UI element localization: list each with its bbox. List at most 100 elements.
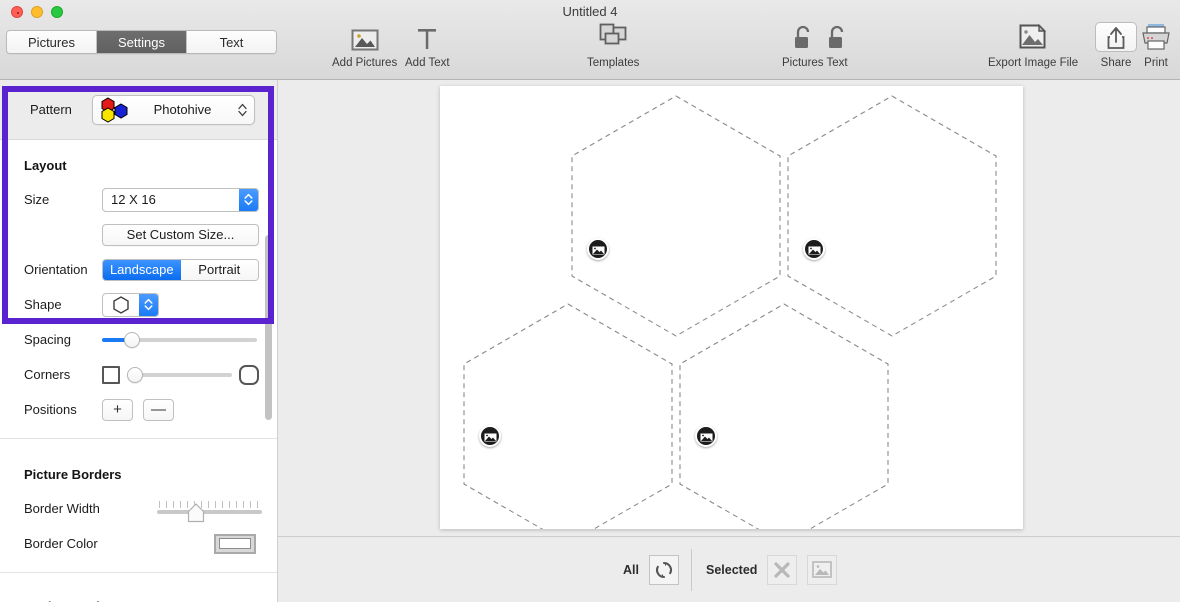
lock-text-button[interactable]: Text [826,22,848,69]
window-toolbar: Untitled 4 Pictures Settings Text Add Pi… [0,0,1180,80]
tab-pictures[interactable]: Pictures [7,31,97,53]
templates-button[interactable]: Templates [587,22,639,69]
all-label: All [623,562,639,577]
border-color-well[interactable] [214,533,256,554]
canvas-area[interactable] [278,80,1180,545]
app-window: Untitled 4 Pictures Settings Text Add Pi… [0,0,1180,602]
orientation-row: Orientation Landscape Portrait [0,255,277,284]
settings-sidebar: Pattern Photohive Layout Size 12 X 16 Se… [0,80,278,602]
templates-icon [596,22,630,52]
rounded-corner-icon [239,364,259,385]
hexagon-placeholder-top-left[interactable] [587,238,609,260]
view-mode-segmented-control[interactable]: Pictures Settings Text [6,30,277,54]
hexagon-placeholder-bottom-right[interactable] [695,425,717,447]
chevron-updown-icon [234,103,250,117]
window-title: Untitled 4 [562,4,618,19]
size-value: 12 X 16 [111,192,156,207]
lock-pictures-button[interactable]: Pictures [782,22,824,69]
add-pictures-label: Add Pictures [332,57,398,69]
border-width-slider[interactable] [157,496,262,522]
selected-label: Selected [706,562,758,577]
border-width-label: Border Width [24,501,100,516]
corners-row: Corners [0,360,277,389]
add-text-button[interactable]: Add Text [405,22,450,69]
lock-text-label: Text [826,57,848,69]
shape-label: Shape [24,297,62,312]
sidebar-scrollbar[interactable] [265,235,272,420]
picture-borders-title: Picture Borders [24,467,122,482]
printer-icon [1140,22,1172,52]
size-stepper[interactable] [239,188,258,211]
unlocked-padlock-icon [826,22,848,52]
text-t-icon [414,22,440,52]
positions-label: Positions [24,402,77,417]
size-label: Size [24,192,50,207]
orientation-portrait-option[interactable]: Portrait [180,259,258,280]
border-width-track [157,509,262,514]
export-image-file-button[interactable]: Export Image File [988,22,1078,69]
orientation-label: Orientation [24,262,88,277]
picture-borders-section: Picture Borders Border Width Border Colo… [0,439,277,573]
replace-selected-image-button[interactable] [807,554,838,585]
spacing-slider-knob[interactable] [124,331,140,348]
selected-group: Selected [706,554,838,585]
spacing-slider-fill [102,337,126,342]
orientation-segmented-control[interactable]: Landscape Portrait [102,258,259,281]
export-image-file-label: Export Image File [988,57,1079,69]
positions-row: Positions + — [0,395,277,424]
square-corner-icon [102,365,120,384]
shape-row: Shape [0,290,277,319]
hexagon-placeholder-top-right[interactable] [803,238,825,260]
image-icon [350,22,380,52]
bottom-bar-divider [691,549,692,591]
image-placeholder-icon [808,244,820,254]
x-close-icon [774,561,791,578]
corners-label: Corners [24,367,71,382]
hexagon-placeholder-bottom-left[interactable] [479,425,501,447]
border-color-label: Border Color [24,536,98,551]
border-width-knob[interactable] [187,502,205,528]
layout-section-title: Layout [24,158,67,173]
background-section: Background Transparent Background [0,573,277,602]
size-row: Size 12 X 16 [0,185,277,214]
remove-position-button[interactable]: — [143,398,174,421]
remove-selected-button[interactable] [767,554,798,585]
corners-slider[interactable] [127,365,232,385]
shape-popup-button[interactable] [102,292,159,317]
layout-section: Layout Size 12 X 16 Set Custom Size... O… [0,140,277,439]
border-color-swatch [219,538,251,549]
custom-size-row: Set Custom Size... [0,220,277,249]
border-color-row: Border Color [0,529,277,558]
share-button[interactable]: Share [1095,22,1137,69]
orientation-landscape-option[interactable]: Landscape [103,259,181,280]
share-up-arrow-icon [1095,22,1137,52]
hexagon-cluster-icon [97,96,137,123]
add-position-button[interactable]: + [102,398,133,421]
image-placeholder-icon [592,244,604,254]
collage-page[interactable] [440,86,1023,545]
print-button[interactable]: Print [1140,22,1172,69]
border-width-row: Border Width [0,494,277,523]
image-placeholder-icon [700,431,712,441]
set-custom-size-button[interactable]: Set Custom Size... [102,223,259,246]
image-icon [812,561,833,578]
templates-label: Templates [587,57,640,69]
border-width-ticks [157,496,262,508]
tab-settings[interactable]: Settings [97,31,187,53]
size-popup-button[interactable]: 12 X 16 [102,187,259,212]
pattern-row: Pattern Photohive [0,80,277,140]
spacing-slider[interactable] [102,330,257,350]
hexagon-icon [103,295,139,315]
shape-stepper[interactable] [139,293,158,316]
corners-slider-knob[interactable] [127,366,143,383]
shuffle-arrows-icon [656,561,672,578]
pattern-popup-button[interactable]: Photohive [92,94,255,125]
share-label: Share [1100,57,1132,69]
bottom-action-bar: All Selected [278,536,1180,602]
export-image-icon [1017,22,1049,52]
add-pictures-button[interactable]: Add Pictures [332,22,397,69]
hexagon-grid [440,86,1023,545]
shuffle-all-button[interactable] [648,554,679,585]
spacing-row: Spacing [0,325,277,354]
tab-text[interactable]: Text [187,31,276,53]
